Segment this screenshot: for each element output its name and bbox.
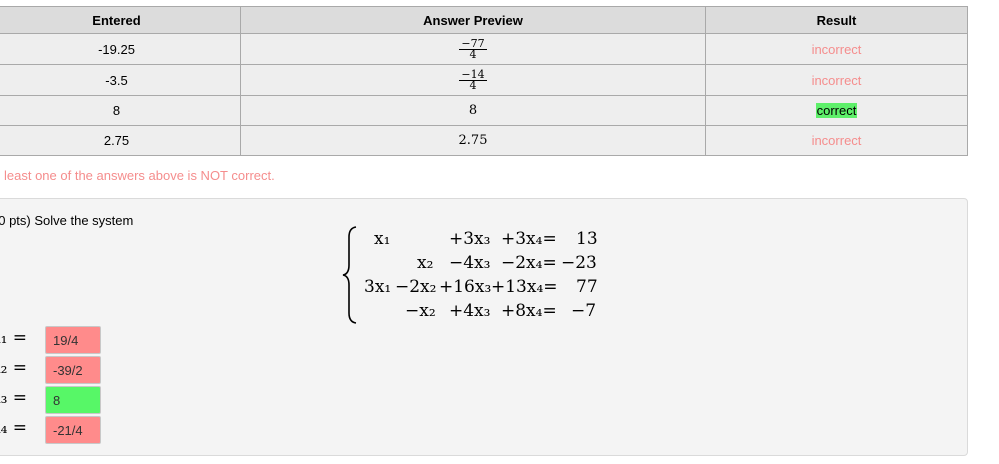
entered-cell: 2.75 (0, 125, 241, 156)
fraction-denominator: 4 (469, 78, 477, 92)
equation-row: 3x₁ −2x₂ +16x₃ +13x₄= 77 (341, 275, 611, 299)
equation-system: x₁ +3x₃ +3x₄= 13 x₂ −4x₃ −2x₄= −23 3x₁ −… (341, 225, 611, 325)
header-entered: Entered (0, 6, 241, 34)
answer-input-x4[interactable] (45, 416, 101, 444)
eq-term: x₁ (374, 229, 391, 249)
preview-cell: −14 4 (240, 64, 706, 96)
eq-term: +8x₄= (501, 301, 557, 321)
result-cell: correct (705, 95, 968, 126)
equation-row: x₁ +3x₃ +3x₄= 13 (341, 227, 611, 251)
header-answer-preview: Answer Preview (240, 6, 706, 34)
answer-label: x₃ = (0, 388, 28, 408)
table-row: 8 8 correct (0, 95, 968, 126)
eq-term: −2x₂ (395, 277, 437, 297)
equation-row: −x₂ +4x₃ +8x₄= −7 (341, 299, 611, 323)
result-cell: incorrect (705, 125, 968, 156)
eq-rhs: −23 (561, 253, 597, 273)
preview-cell: 2.75 (240, 125, 706, 156)
answer-label: x₄ = (0, 418, 28, 438)
preview-cell: −77 4 (240, 33, 706, 65)
eq-term: +3x₄= (501, 229, 557, 249)
table-row: 2.75 2.75 incorrect (0, 125, 968, 156)
eq-term: +13x₄= (491, 277, 558, 297)
eq-rhs: 77 (576, 277, 598, 297)
answer-input-x1[interactable] (45, 326, 101, 354)
eq-term: −x₂ (405, 301, 436, 321)
eq-rhs: 13 (576, 229, 598, 249)
entered-cell: -3.5 (0, 64, 241, 96)
eq-term: −4x₃ (449, 253, 491, 273)
result-cell: incorrect (705, 33, 968, 65)
result-cell: incorrect (705, 64, 968, 96)
entered-cell: -19.25 (0, 33, 241, 65)
results-header-row: Entered Answer Preview Result (0, 6, 968, 34)
answer-label: x₁ = (0, 328, 28, 348)
eq-term: 3x₁ (364, 277, 392, 297)
header-result: Result (705, 6, 968, 34)
equation-row: x₂ −4x₃ −2x₄= −23 (341, 251, 611, 275)
eq-term: +3x₃ (449, 229, 491, 249)
eq-term: +16x₃ (439, 277, 492, 297)
problem-title: 10 pts) Solve the system (0, 213, 134, 228)
result-status: incorrect (811, 72, 862, 88)
eq-term: +4x₃ (449, 301, 491, 321)
preview-fraction: −14 4 (459, 69, 487, 92)
entered-cell: 8 (0, 95, 241, 126)
eq-term: x₂ (417, 253, 434, 273)
preview-fraction: −77 4 (459, 38, 487, 61)
result-status: incorrect (811, 133, 862, 148)
table-row: -3.5 −14 4 incorrect (0, 64, 968, 96)
summary-message: least one of the answers above is NOT co… (4, 168, 275, 183)
table-row: -19.25 −77 4 incorrect (0, 33, 968, 65)
answer-input-x2[interactable] (45, 356, 101, 384)
answer-input-x3[interactable] (45, 386, 101, 414)
eq-term: −2x₄= (501, 253, 557, 273)
fraction-denominator: 4 (469, 47, 477, 61)
preview-cell: 8 (240, 95, 706, 126)
result-status: incorrect (811, 41, 862, 57)
answer-label: x₂ = (0, 358, 28, 378)
results-table: Entered Answer Preview Result -19.25 −77… (0, 6, 968, 156)
result-status: correct (815, 103, 858, 118)
eq-rhs: −7 (571, 301, 597, 321)
problem-box: 10 pts) Solve the system x₁ +3x₃ +3x₄= 1… (0, 198, 968, 456)
